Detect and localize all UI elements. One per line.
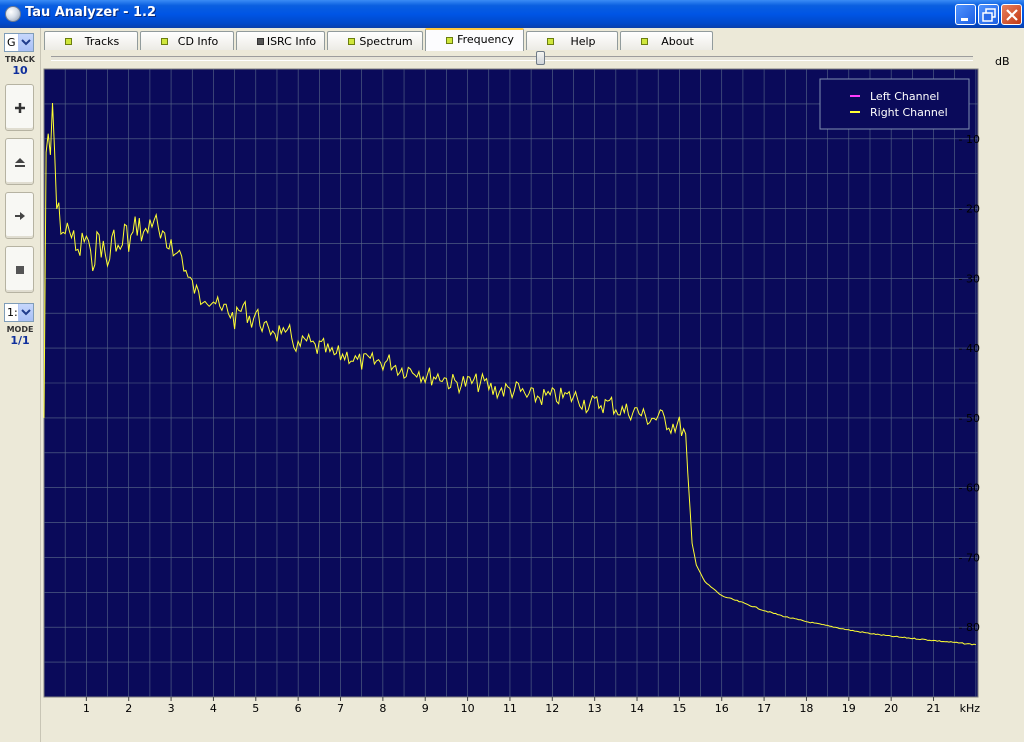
track-number: 10 xyxy=(12,64,28,77)
arrow-right-icon xyxy=(15,212,25,220)
maximize-button[interactable] xyxy=(978,4,999,25)
x-tick-label: 15 xyxy=(672,702,686,714)
tab-spectrum[interactable]: Spectrum xyxy=(327,31,423,50)
stop-square-icon xyxy=(16,266,24,274)
x-tick-label: 21 xyxy=(927,702,941,714)
zoom-slider-thumb[interactable] xyxy=(535,51,545,65)
x-tick-label: 9 xyxy=(422,702,429,714)
eject-button[interactable] xyxy=(5,138,34,185)
x-tick-label: 4 xyxy=(210,702,217,714)
status-led-icon xyxy=(257,38,264,45)
status-led-icon xyxy=(446,37,453,44)
x-tick-label: 11 xyxy=(503,702,517,714)
tab-tracks[interactable]: Tracks xyxy=(44,31,138,50)
window-title: Tau Analyzer - 1.2 xyxy=(25,5,157,20)
legend-label: Left Channel xyxy=(870,90,939,103)
frequency-chart: 1 2 3 4 5 6 7 8 9 10 11 12 13 14 15 16 17 18 19 20 21 kHz - 10… xyxy=(43,68,980,715)
tab-help[interactable]: Help xyxy=(526,31,618,50)
left-toolbar: G TRACK 10 1: MODE 1/1 xyxy=(0,28,41,742)
status-led-icon xyxy=(161,38,168,45)
drive-select[interactable]: G xyxy=(4,33,34,52)
mode-select[interactable]: 1: xyxy=(4,303,34,322)
track-caption: TRACK xyxy=(5,55,35,64)
x-tick-label: 6 xyxy=(295,702,302,714)
x-axis-unit: kHz xyxy=(960,702,980,714)
drive-select-value: G xyxy=(7,36,16,49)
x-tick-label: 14 xyxy=(630,702,644,714)
x-tick-label: 12 xyxy=(545,702,559,714)
status-led-icon xyxy=(348,38,355,45)
y-tick-label: - 20 xyxy=(959,203,980,216)
tab-label: Frequency xyxy=(457,33,514,46)
x-tick-label: 13 xyxy=(588,702,602,714)
x-tick-label: 1 xyxy=(83,702,90,714)
y-axis-unit: dB xyxy=(995,55,1010,68)
tab-about[interactable]: About xyxy=(620,31,713,50)
y-tick-label: - 70 xyxy=(959,551,980,564)
tab-label: About xyxy=(661,35,694,48)
x-tick-label: 3 xyxy=(168,702,175,714)
x-tick-label: 18 xyxy=(799,702,813,714)
close-button[interactable] xyxy=(1001,4,1022,25)
mode-select-value: 1: xyxy=(7,306,18,319)
y-tick-label: - 80 xyxy=(959,621,980,634)
mode-value: 1/1 xyxy=(10,334,30,347)
close-icon xyxy=(1006,9,1018,21)
x-tick-label: 7 xyxy=(337,702,344,714)
status-led-icon xyxy=(547,38,554,45)
zoom-slider-track[interactable] xyxy=(51,56,973,61)
x-tick-label: 8 xyxy=(379,702,386,714)
minimize-icon xyxy=(961,18,968,21)
tab-label: Tracks xyxy=(84,35,120,48)
stop-button[interactable] xyxy=(5,246,34,293)
zoom-slider-row: dB xyxy=(41,50,1024,68)
add-button[interactable] xyxy=(5,84,34,131)
frequency-chart-svg: 1 2 3 4 5 6 7 8 9 10 11 12 13 14 15 16 17 18 19 20 21 kHz- 10… xyxy=(43,68,980,715)
tab-isrc-info[interactable]: ISRC Info xyxy=(236,31,325,50)
y-tick-label: - 50 xyxy=(959,412,980,425)
tab-label: CD Info xyxy=(177,35,219,48)
x-tick-label: 10 xyxy=(461,702,475,714)
tab-label: Spectrum xyxy=(359,35,413,48)
legend-label: Right Channel xyxy=(870,106,948,119)
x-tick-label: 5 xyxy=(252,702,259,714)
restore-icon xyxy=(982,8,996,22)
x-tick-label: 19 xyxy=(842,702,856,714)
tab-label: ISRC Info xyxy=(266,35,317,48)
y-tick-label: - 30 xyxy=(959,272,980,285)
x-tick-label: 2 xyxy=(125,702,132,714)
y-tick-label: - 60 xyxy=(959,482,980,495)
tab-bar: Tracks CD Info ISRC Info Spectrum Freque… xyxy=(41,28,1024,51)
y-tick-label: - 10 xyxy=(959,133,980,146)
status-led-icon xyxy=(65,38,72,45)
next-button[interactable] xyxy=(5,192,34,239)
chevron-down-icon[interactable] xyxy=(18,34,33,51)
x-tick-label: 17 xyxy=(757,702,771,714)
minimize-button[interactable] xyxy=(955,4,976,25)
mode-caption: MODE xyxy=(6,325,34,334)
app-icon xyxy=(5,6,21,22)
y-tick-label: - 40 xyxy=(959,342,980,355)
status-led-icon xyxy=(641,38,648,45)
tab-frequency[interactable]: Frequency xyxy=(425,28,524,51)
tab-cd-info[interactable]: CD Info xyxy=(140,31,234,50)
eject-icon xyxy=(15,158,25,167)
title-bar[interactable]: Tau Analyzer - 1.2 xyxy=(0,0,1024,28)
tab-label: Help xyxy=(570,35,596,48)
x-tick-label: 16 xyxy=(715,702,729,714)
x-tick-label: 20 xyxy=(884,702,898,714)
plus-icon xyxy=(15,103,25,113)
legend-box xyxy=(819,78,970,130)
chevron-down-icon[interactable] xyxy=(18,304,33,321)
